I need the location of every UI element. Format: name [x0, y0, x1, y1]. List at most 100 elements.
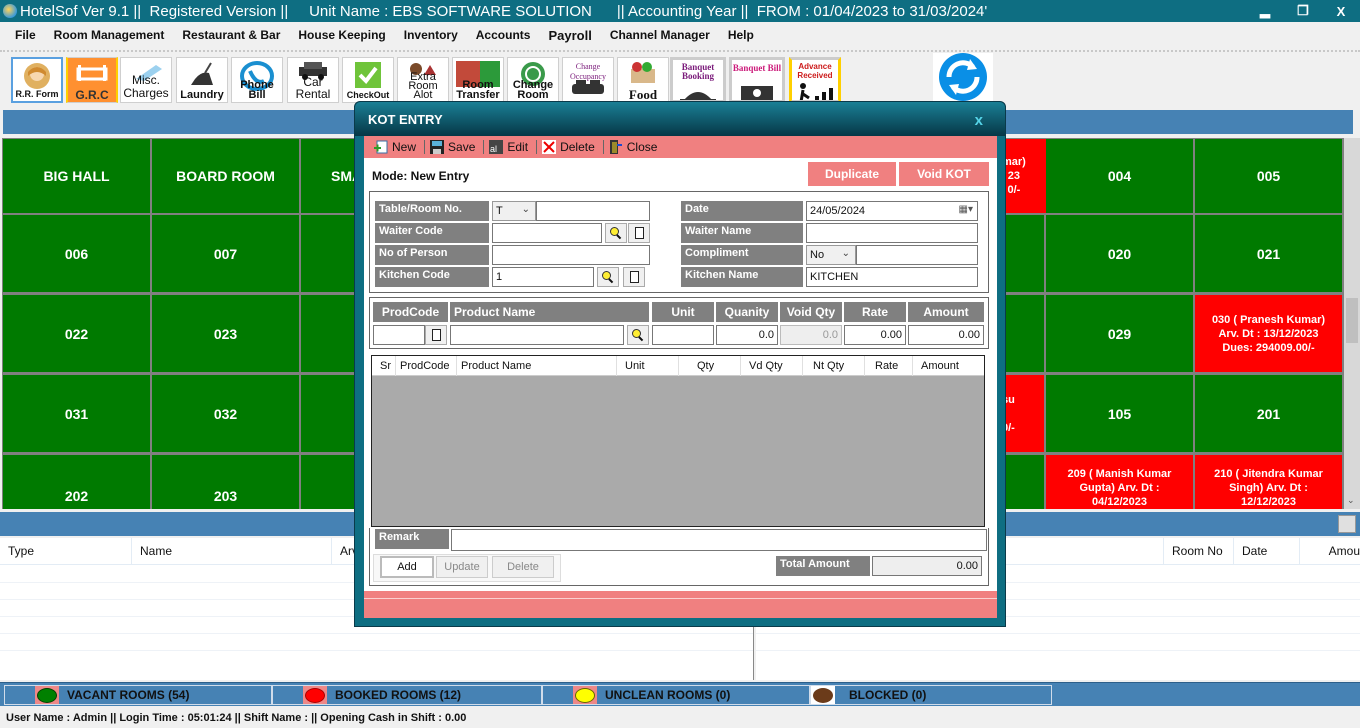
- menu-restaurant-bar[interactable]: Restaurant & Bar: [173, 28, 289, 42]
- menu-payroll[interactable]: Payroll: [539, 28, 600, 43]
- laundry-button[interactable]: Laundry: [176, 57, 228, 103]
- room-grid-scrollbar[interactable]: ⌄: [1344, 138, 1360, 509]
- room-tile[interactable]: 209 ( Manish Kumar Gupta) Arv. Dt : 04/1…: [1046, 455, 1193, 509]
- grid-col-qty[interactable]: Qty: [679, 356, 741, 376]
- column-header-type[interactable]: Type: [0, 538, 132, 565]
- room-tile[interactable]: 020: [1046, 215, 1193, 292]
- scrollbar-thumb[interactable]: [1346, 298, 1358, 343]
- room-tile[interactable]: BIG HALL: [3, 139, 150, 213]
- table-type-select[interactable]: T ⌄: [492, 201, 536, 221]
- advance-received-button[interactable]: Advance Received: [789, 57, 841, 103]
- unit-input[interactable]: [652, 325, 714, 345]
- room-tile[interactable]: 030 ( Pranesh Kumar) Arv. Dt : 13/12/202…: [1195, 295, 1342, 372]
- legend-booked[interactable]: BOOKED ROOMS (12): [272, 685, 542, 705]
- car-rental-button[interactable]: Car Rental: [287, 57, 339, 103]
- menu-help[interactable]: Help: [719, 28, 763, 42]
- refresh-button[interactable]: [933, 53, 993, 101]
- compliment-select[interactable]: No ⌄: [806, 245, 856, 265]
- rr-form-button[interactable]: R.R. Form: [11, 57, 63, 103]
- room-tile[interactable]: 201: [1195, 375, 1342, 452]
- change-room-button[interactable]: Change Room: [507, 57, 559, 103]
- void-kot-button[interactable]: Void KOT: [899, 162, 989, 186]
- room-tile[interactable]: 202: [3, 455, 150, 509]
- room-tile[interactable]: 023: [152, 295, 299, 372]
- kitchen-new-button[interactable]: [623, 267, 645, 287]
- no-of-person-input[interactable]: [492, 245, 650, 265]
- grid-col-vd-qty[interactable]: Vd Qty: [741, 356, 803, 376]
- kitchen-code-input[interactable]: 1: [492, 267, 594, 287]
- kot-delete-button[interactable]: Delete: [542, 140, 595, 154]
- update-button[interactable]: Update: [436, 556, 488, 578]
- waiter-code-input[interactable]: [492, 223, 602, 243]
- room-transfer-button[interactable]: Room Transfer: [452, 57, 504, 103]
- menu-channel-manager[interactable]: Channel Manager: [601, 28, 719, 42]
- room-tile[interactable]: 031: [3, 375, 150, 452]
- product-name-input[interactable]: [450, 325, 624, 345]
- compliment-input[interactable]: [856, 245, 978, 265]
- column-header-name[interactable]: Name: [132, 538, 332, 565]
- legend-blocked[interactable]: BLOCKED (0): [810, 685, 1052, 705]
- misc-charges-button[interactable]: Misc. Charges: [120, 57, 172, 103]
- menu-room-management[interactable]: Room Management: [45, 28, 174, 42]
- close-window-button[interactable]: X: [1322, 0, 1360, 22]
- grid-col-sr[interactable]: Sr: [372, 356, 396, 376]
- product-search-button[interactable]: [627, 325, 649, 345]
- add-button[interactable]: Add: [380, 556, 434, 578]
- room-tile[interactable]: 029: [1046, 295, 1193, 372]
- room-tile[interactable]: BOARD ROOM: [152, 139, 299, 213]
- print-icon[interactable]: [1338, 515, 1356, 533]
- room-tile[interactable]: 022: [3, 295, 150, 372]
- duplicate-button[interactable]: Duplicate: [808, 162, 896, 186]
- room-tile[interactable]: 006: [3, 215, 150, 292]
- grid-col-rate[interactable]: Rate: [865, 356, 913, 376]
- phone-bill-button[interactable]: Phone Bill: [231, 57, 283, 103]
- waiter-name-input[interactable]: [806, 223, 978, 243]
- restore-button[interactable]: ❐: [1284, 0, 1322, 22]
- grid-col-product-name[interactable]: Product Name: [457, 356, 617, 376]
- kot-close-icon[interactable]: x: [975, 112, 983, 129]
- banquet-bill-button[interactable]: Banquet Bill: [729, 57, 785, 103]
- waiter-new-button[interactable]: [628, 223, 650, 243]
- room-tile[interactable]: 105: [1046, 375, 1193, 452]
- column-header-room-no[interactable]: Room No: [1164, 538, 1234, 565]
- room-tile[interactable]: 007: [152, 215, 299, 292]
- minimize-button[interactable]: ▂: [1246, 0, 1284, 22]
- kitchen-name-input[interactable]: KITCHEN: [806, 267, 978, 287]
- legend-vacant[interactable]: VACANT ROOMS (54): [4, 685, 272, 705]
- kot-items-grid[interactable]: Sr ProdCode Product Name Unit Qty Vd Qty…: [371, 355, 985, 527]
- grid-col-amount[interactable]: Amount: [913, 356, 984, 376]
- banquet-booking-button[interactable]: Banquet Booking: [670, 57, 726, 103]
- waiter-search-button[interactable]: [605, 223, 627, 243]
- column-header-amount[interactable]: Amou: [1300, 538, 1360, 565]
- calendar-icon[interactable]: ▦▾: [959, 204, 973, 215]
- kot-edit-button[interactable]: al Edit: [489, 140, 528, 154]
- legend-unclean[interactable]: UNCLEAN ROOMS (0): [542, 685, 810, 705]
- menu-inventory[interactable]: Inventory: [395, 28, 467, 42]
- product-new-button[interactable]: [425, 325, 447, 345]
- table-no-input[interactable]: [536, 201, 650, 221]
- menu-file[interactable]: File: [0, 28, 45, 42]
- extra-room-alot-button[interactable]: Extra Room Alot: [397, 57, 449, 103]
- prodcode-input[interactable]: [373, 325, 425, 345]
- kot-titlebar[interactable]: KOT ENTRY x: [355, 102, 1005, 136]
- scroll-down-icon[interactable]: ⌄: [1347, 495, 1355, 506]
- delete-item-button[interactable]: Delete: [492, 556, 554, 578]
- room-tile[interactable]: 032: [152, 375, 299, 452]
- column-header-date[interactable]: Date: [1234, 538, 1300, 565]
- room-tile[interactable]: 021: [1195, 215, 1342, 292]
- change-occupancy-button[interactable]: Change Occupancy: [562, 57, 614, 103]
- grc-button[interactable]: G.R.C: [66, 57, 118, 103]
- date-picker[interactable]: 24/05/2024 ▦▾: [806, 201, 978, 221]
- rate-input[interactable]: 0.00: [844, 325, 906, 345]
- remark-input[interactable]: [451, 529, 987, 551]
- room-tile[interactable]: 210 ( Jitendra Kumar Singh) Arv. Dt : 12…: [1195, 455, 1342, 509]
- room-tile[interactable]: 004: [1046, 139, 1193, 213]
- room-tile[interactable]: 203: [152, 455, 299, 509]
- quantity-input[interactable]: 0.0: [716, 325, 778, 345]
- amount-input[interactable]: 0.00: [908, 325, 984, 345]
- grid-col-prodcode[interactable]: ProdCode: [396, 356, 457, 376]
- kot-close-button[interactable]: Close: [609, 140, 657, 154]
- checkout-button[interactable]: CheckOut: [342, 57, 394, 103]
- food-button[interactable]: Food: [617, 57, 669, 103]
- menu-accounts[interactable]: Accounts: [467, 28, 540, 42]
